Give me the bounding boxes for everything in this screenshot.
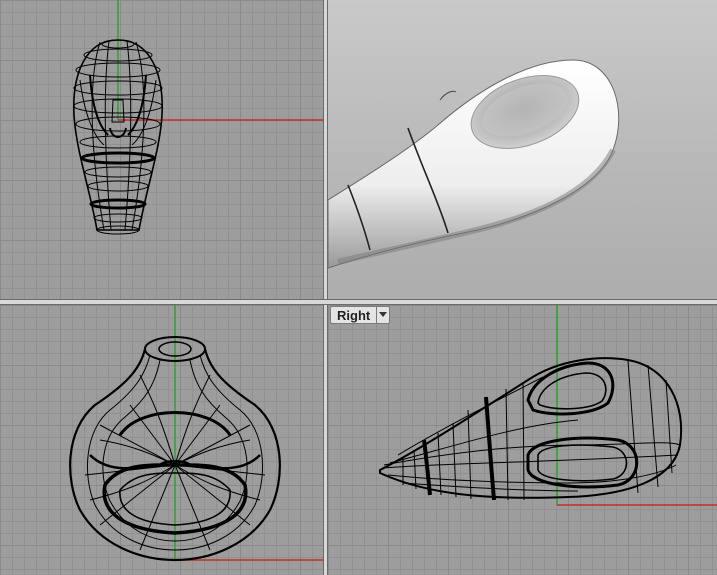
viewport-title-label: Right xyxy=(337,307,371,323)
horizontal-splitter[interactable] xyxy=(0,299,717,305)
viewport-title-tab[interactable]: Right xyxy=(330,306,391,324)
right-view-canvas xyxy=(379,305,717,506)
vertical-splitter[interactable] xyxy=(323,0,328,575)
wireframe-model xyxy=(379,357,683,501)
perspective-viewport[interactable] xyxy=(328,0,717,299)
top-view-canvas xyxy=(73,0,323,235)
perspective-canvas xyxy=(328,59,620,269)
top-viewport[interactable] xyxy=(0,0,323,299)
shaded-model xyxy=(328,59,620,269)
chevron-down-icon[interactable] xyxy=(376,307,389,323)
front-viewport[interactable] xyxy=(0,305,323,575)
right-viewport[interactable]: Right xyxy=(328,305,717,575)
front-view-canvas xyxy=(69,305,323,562)
